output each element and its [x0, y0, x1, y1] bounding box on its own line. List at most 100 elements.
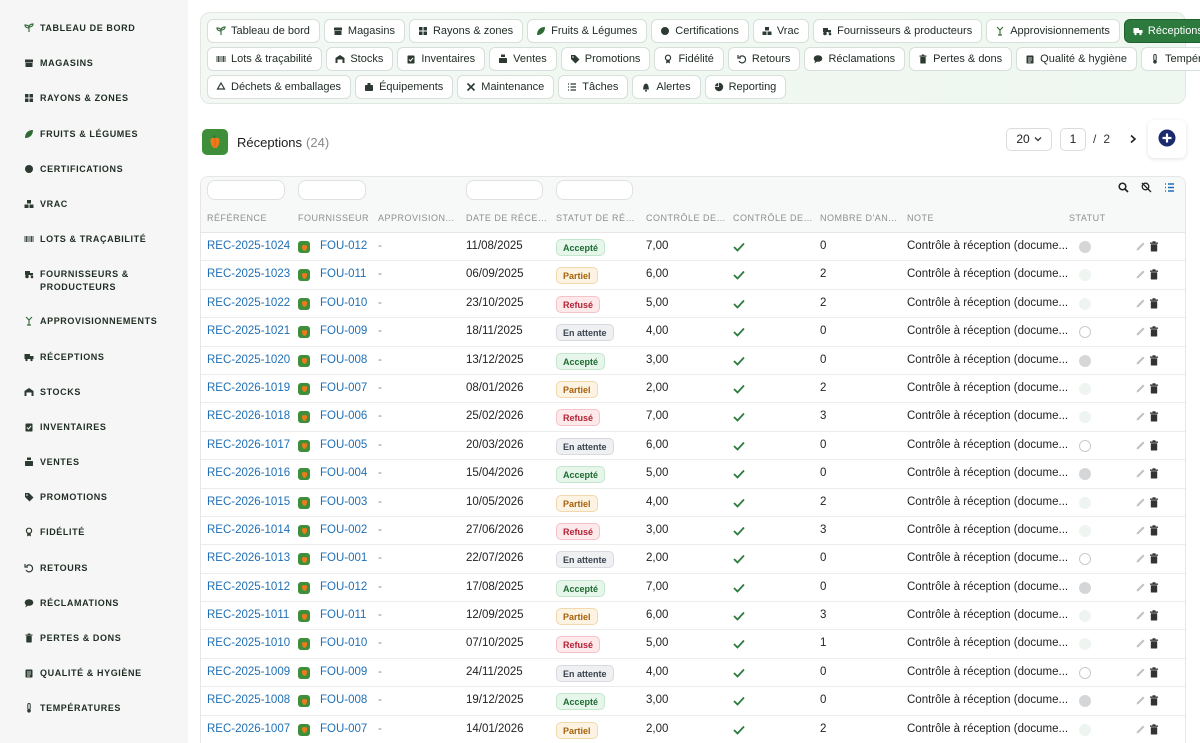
table-row[interactable]: REC-2025-1023 FOU-011- 06/09/2025 Partiel 6,…: [201, 261, 1185, 290]
current-page-input[interactable]: 1: [1060, 127, 1086, 151]
table-row[interactable]: REC-2025-1021 FOU-009- 18/11/2025 En attent…: [201, 318, 1185, 347]
supplier-link[interactable]: FOU-012: [320, 581, 367, 593]
reference-link[interactable]: REC-2025-1022: [207, 297, 290, 309]
table-row[interactable]: REC-2025-1022 FOU-010- 23/10/2025 Refusé 5,0…: [201, 290, 1185, 319]
edit-pencil-icon[interactable]: [1135, 553, 1146, 564]
sidebar-item-5[interactable]: VRAC: [0, 190, 188, 225]
delete-trash-icon[interactable]: [1149, 723, 1160, 735]
tab-0-5[interactable]: Vrac: [752, 19, 810, 43]
delete-trash-icon[interactable]: [1149, 553, 1160, 564]
tab-0-2[interactable]: Rayons & zones: [408, 19, 524, 43]
delete-trash-icon[interactable]: [1149, 241, 1160, 252]
reference-link[interactable]: REC-2026-1016: [207, 467, 290, 479]
tab-0-1[interactable]: Magasins: [323, 19, 405, 43]
column-header-8[interactable]: NOTE: [907, 213, 934, 223]
table-row[interactable]: REC-2026-1019 FOU-007- 08/01/2026 Partiel 2,…: [201, 375, 1185, 404]
column-header-7[interactable]: NOMBRE D'AN...: [820, 213, 897, 223]
reference-link[interactable]: REC-2025-1012: [207, 581, 290, 593]
tab-2-5[interactable]: Reporting: [704, 75, 787, 99]
tab-2-2[interactable]: Maintenance: [457, 75, 555, 99]
table-row[interactable]: REC-2026-1013 FOU-001- 22/07/2026 En attent…: [201, 545, 1185, 574]
supplier-link[interactable]: FOU-007: [320, 723, 367, 735]
delete-trash-icon[interactable]: [1149, 411, 1160, 422]
table-row[interactable]: REC-2026-1018 FOU-006- 25/02/2026 Refusé 7,0…: [201, 403, 1185, 432]
tab-2-0[interactable]: Déchets & emballages: [207, 75, 352, 99]
tab-0-3[interactable]: Fruits & Légumes: [527, 19, 648, 43]
table-row[interactable]: REC-2025-1009 FOU-009- 24/11/2025 En attent…: [201, 659, 1185, 688]
delete-trash-icon[interactable]: [1149, 525, 1160, 536]
edit-pencil-icon[interactable]: [1135, 525, 1146, 536]
table-row[interactable]: REC-2025-1010 FOU-010- 07/10/2025 Refusé 5,0…: [201, 630, 1185, 659]
clear-filter-icon[interactable]: [1141, 182, 1152, 193]
edit-pencil-icon[interactable]: [1135, 610, 1146, 621]
edit-pencil-icon[interactable]: [1135, 383, 1146, 394]
tab-1-9[interactable]: Qualité & hygiène: [1016, 47, 1138, 71]
supplier-link[interactable]: FOU-009: [320, 666, 367, 678]
sidebar-item-3[interactable]: FRUITS & LÉGUMES: [0, 120, 188, 155]
column-header-6[interactable]: CONTRÔLE DE ...: [733, 213, 813, 223]
sidebar-item-9[interactable]: RÉCEPTIONS: [0, 343, 188, 378]
sidebar-item-1[interactable]: MAGASINS: [0, 49, 188, 84]
column-header-1[interactable]: FOURNISSEUR: [298, 213, 369, 223]
column-header-5[interactable]: CONTRÔLE DE ...: [646, 213, 726, 223]
reference-link[interactable]: REC-2026-1007: [207, 723, 290, 735]
delete-trash-icon[interactable]: [1149, 496, 1160, 508]
supplier-link[interactable]: FOU-005: [320, 439, 367, 451]
tab-2-3[interactable]: Tâches: [558, 75, 629, 99]
supplier-link[interactable]: FOU-002: [320, 524, 367, 536]
delete-trash-icon[interactable]: [1149, 667, 1160, 678]
sidebar-item-17[interactable]: PERTES & DONS: [0, 624, 188, 659]
column-header-4[interactable]: STATUT DE RÉC...: [556, 213, 638, 223]
delete-trash-icon[interactable]: [1149, 610, 1160, 621]
edit-pencil-icon[interactable]: [1135, 667, 1146, 678]
table-row[interactable]: REC-2026-1017 FOU-005- 20/03/2026 En attent…: [201, 432, 1185, 461]
tab-0-7[interactable]: Approvisionnements: [986, 19, 1120, 43]
delete-trash-icon[interactable]: [1149, 298, 1160, 309]
filter-reference-input[interactable]: [207, 180, 285, 200]
sidebar-item-0[interactable]: TABLEAU DE BORD: [0, 14, 188, 49]
edit-pencil-icon[interactable]: [1135, 724, 1146, 735]
delete-trash-icon[interactable]: [1149, 354, 1160, 366]
edit-pencil-icon[interactable]: [1135, 411, 1146, 422]
supplier-link[interactable]: FOU-012: [320, 240, 367, 252]
search-icon[interactable]: [1118, 182, 1129, 193]
tab-1-10[interactable]: Températures: [1141, 47, 1200, 71]
column-header-3[interactable]: DATE DE RÉCEP...: [466, 213, 548, 223]
tab-1-5[interactable]: Fidélité: [654, 47, 724, 71]
delete-trash-icon[interactable]: [1149, 468, 1160, 479]
tab-2-1[interactable]: Équipements: [355, 75, 454, 99]
sidebar-item-19[interactable]: TEMPÉRATURES: [0, 694, 188, 729]
table-row[interactable]: REC-2026-1007 FOU-007- 14/01/2026 Partiel 2,…: [201, 716, 1185, 743]
reference-link[interactable]: REC-2025-1023: [207, 268, 290, 280]
table-row[interactable]: REC-2026-1016 FOU-004- 15/04/2026 Accepté 5,…: [201, 460, 1185, 489]
edit-pencil-icon[interactable]: [1135, 638, 1146, 649]
delete-trash-icon[interactable]: [1149, 326, 1160, 337]
filter-supplier-input[interactable]: [298, 180, 366, 200]
reference-link[interactable]: REC-2025-1009: [207, 666, 290, 678]
supplier-link[interactable]: FOU-010: [320, 297, 367, 309]
column-header-0[interactable]: RÉFÉRENCE: [207, 213, 267, 223]
supplier-link[interactable]: FOU-003: [320, 496, 367, 508]
page-size-select[interactable]: 20: [1006, 127, 1052, 151]
edit-pencil-icon[interactable]: [1135, 326, 1146, 337]
edit-pencil-icon[interactable]: [1135, 241, 1146, 252]
table-row[interactable]: REC-2025-1008 FOU-008- 19/12/2025 Accepté 3,…: [201, 687, 1185, 716]
edit-pencil-icon[interactable]: [1135, 695, 1146, 706]
supplier-link[interactable]: FOU-001: [320, 552, 367, 564]
table-row[interactable]: REC-2026-1015 FOU-003- 10/05/2026 Partiel 4,…: [201, 489, 1185, 517]
sidebar-item-18[interactable]: QUALITÉ & HYGIÈNE: [0, 659, 188, 694]
reference-link[interactable]: REC-2025-1020: [207, 354, 290, 366]
supplier-link[interactable]: FOU-006: [320, 410, 367, 422]
edit-pencil-icon[interactable]: [1135, 298, 1146, 309]
sidebar-item-6[interactable]: LOTS & TRAÇABILITÉ: [0, 225, 188, 260]
sidebar-item-16[interactable]: RÉCLAMATIONS: [0, 589, 188, 624]
sidebar-item-10[interactable]: STOCKS: [0, 378, 188, 413]
filter-status-input[interactable]: [556, 180, 633, 200]
sidebar-item-2[interactable]: RAYONS & ZONES: [0, 84, 188, 119]
supplier-link[interactable]: FOU-011: [320, 609, 366, 621]
sidebar-item-8[interactable]: APPROVISIONNEMENTS: [0, 307, 188, 342]
edit-pencil-icon[interactable]: [1135, 355, 1146, 366]
delete-trash-icon[interactable]: [1149, 581, 1160, 593]
column-header-9[interactable]: STATUT: [1069, 213, 1106, 223]
tab-1-2[interactable]: Inventaires: [397, 47, 486, 71]
